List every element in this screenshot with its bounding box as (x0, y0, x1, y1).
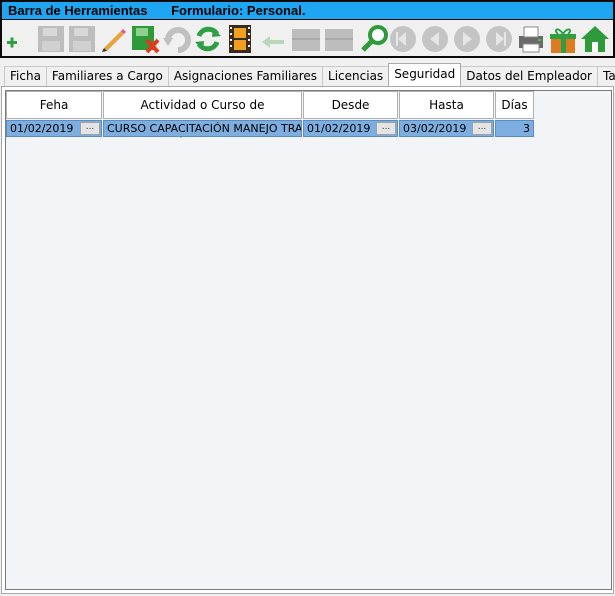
hasta-picker-button[interactable]: ... (472, 122, 492, 135)
next-record-icon[interactable] (452, 23, 482, 55)
cell-dias-value: 3 (523, 122, 530, 135)
cell-actividad[interactable]: CURSO CAPACITACIÓN MANEJO TRAC (103, 120, 302, 137)
tab-licencias[interactable]: Licencias (322, 66, 390, 86)
delete-icon[interactable] (130, 23, 160, 55)
cell-fecha[interactable]: 01/02/2019 ... (6, 120, 102, 137)
blank-1-icon[interactable] (291, 23, 321, 55)
tab-familiares-a-cargo[interactable]: Familiares a Cargo (45, 66, 169, 86)
tab-panel-seguridad: Feha Actividad o Curso de Capacitación D… (1, 86, 614, 594)
column-header-actividad[interactable]: Actividad o Curso de Capacitación (103, 91, 302, 138)
previous-record-icon[interactable] (420, 23, 450, 55)
tab-ficha[interactable]: Ficha (4, 66, 47, 86)
toolbar-title: Barra de Herramientas (8, 3, 148, 18)
tab-asignaciones-familiares[interactable]: Asignaciones Familiares (167, 66, 324, 86)
add-icon[interactable] (3, 23, 33, 55)
gift-icon[interactable] (548, 23, 578, 55)
cell-desde-value: 01/02/2019 (307, 122, 371, 135)
cell-dias[interactable]: 3 (495, 120, 534, 137)
cell-fecha-value: 01/02/2019 (10, 122, 74, 135)
tab-datos-del-empleador[interactable]: Datos del Empleador (460, 66, 598, 86)
cell-hasta[interactable]: 03/02/2019 ... (399, 120, 494, 137)
first-record-icon[interactable] (388, 23, 418, 55)
toolbar-icon-row (2, 19, 613, 56)
undo-icon[interactable] (162, 23, 192, 55)
search-icon[interactable] (360, 23, 390, 55)
back-arrow-icon[interactable] (258, 23, 288, 55)
edit-icon[interactable] (98, 23, 128, 55)
refresh-icon[interactable] (193, 23, 223, 55)
last-record-icon[interactable] (484, 23, 514, 55)
home-icon[interactable] (580, 23, 610, 55)
save-icon[interactable] (36, 23, 66, 55)
desde-picker-button[interactable]: ... (376, 122, 396, 135)
data-grid[interactable]: Feha Actividad o Curso de Capacitación D… (5, 90, 612, 590)
form-label: Formulario: Personal. (171, 3, 306, 18)
tab-strip: Ficha Familiares a Cargo Asignaciones Fa… (4, 63, 615, 86)
toolbar-title-bar: Barra de Herramientas Formulario: Person… (8, 3, 305, 19)
cell-desde[interactable]: 01/02/2019 ... (303, 120, 398, 137)
film-icon[interactable] (225, 23, 255, 55)
tab-tabla[interactable]: Tabla (596, 66, 615, 86)
printer-icon[interactable] (516, 23, 546, 55)
cell-actividad-value: CURSO CAPACITACIÓN MANEJO TRAC (107, 122, 302, 135)
column-header-desde[interactable]: Desde (303, 91, 398, 119)
column-header-feha[interactable]: Feha (6, 91, 102, 119)
cell-hasta-value: 03/02/2019 (403, 122, 467, 135)
column-header-hasta[interactable]: Hasta (399, 91, 494, 119)
toolbar: Barra de Herramientas Formulario: Person… (0, 0, 615, 58)
save-as-icon[interactable] (67, 23, 97, 55)
window: Barra de Herramientas Formulario: Person… (0, 0, 615, 596)
blank-2-icon[interactable] (324, 23, 354, 55)
column-header-dias[interactable]: Días (495, 91, 534, 119)
tab-seguridad[interactable]: Seguridad (388, 63, 462, 86)
fecha-picker-button[interactable]: ... (80, 122, 100, 135)
